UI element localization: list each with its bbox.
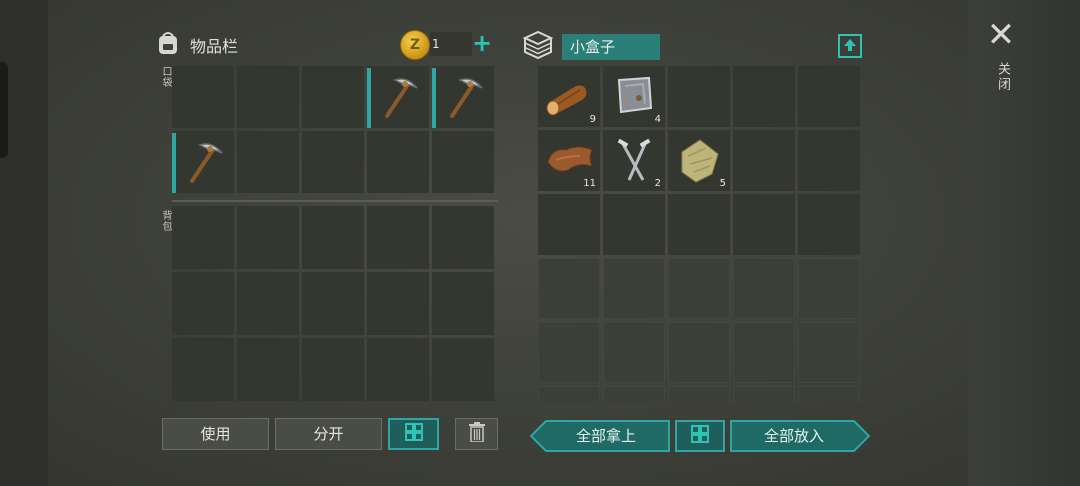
container-slot[interactable] [798, 66, 860, 127]
upload-button[interactable] [838, 34, 862, 58]
container-slot[interactable]: 4 [603, 66, 665, 127]
take-all-button[interactable]: 全部拿上 [546, 420, 666, 452]
backpack-slot[interactable] [172, 272, 234, 335]
container-slot[interactable] [733, 194, 795, 255]
gold-count: 1 [430, 32, 472, 56]
backpack-label: 背包 [160, 210, 171, 232]
backpack-slot[interactable] [367, 272, 429, 335]
pocket-slot[interactable] [432, 66, 494, 128]
trash-icon [468, 422, 485, 446]
grid-icon [404, 423, 423, 445]
locked-grid [538, 258, 860, 402]
close-icon: ✕ [986, 15, 1016, 55]
backpack-slot[interactable] [237, 338, 299, 401]
backpack-slot[interactable] [237, 206, 299, 269]
backpack-slot[interactable] [367, 206, 429, 269]
inventory-title: 物品栏 [190, 37, 239, 56]
pocket-slot[interactable] [367, 66, 429, 128]
upload-icon [843, 37, 857, 56]
gold-coin-icon: Z [400, 30, 430, 60]
split-button[interactable]: 分开 [275, 418, 382, 450]
grid-icon [691, 425, 709, 447]
durability-bar [172, 133, 176, 193]
backpack-slot[interactable] [432, 206, 494, 269]
locked-container-slot[interactable] [733, 322, 795, 383]
pocket-grid [172, 66, 494, 193]
backpack-slot[interactable] [432, 272, 494, 335]
backpack-slot[interactable] [172, 338, 234, 401]
add-gold-button[interactable]: + [470, 31, 494, 56]
container-slot[interactable] [538, 194, 600, 255]
close-label[interactable]: 关闭 [993, 62, 1012, 92]
item-quantity: 4 [654, 114, 661, 125]
locked-container-slot[interactable] [733, 386, 795, 402]
backpack-slot[interactable] [172, 206, 234, 269]
pocket-slot[interactable] [172, 131, 234, 193]
locked-container-slot[interactable] [538, 386, 600, 402]
container-slot[interactable]: 5 [668, 130, 730, 191]
locked-container-slot[interactable] [798, 258, 860, 319]
locked-container-slot[interactable] [538, 322, 600, 383]
item-quantity: 9 [589, 114, 596, 125]
container-slot[interactable] [668, 66, 730, 127]
item-quantity: 11 [583, 178, 596, 189]
locked-container-slot[interactable] [798, 322, 860, 383]
inventory-header: 物品栏 [156, 30, 238, 60]
backpack-slot[interactable] [237, 272, 299, 335]
container-slot[interactable] [668, 194, 730, 255]
pocket-slot[interactable] [302, 131, 364, 193]
pocket-label: 口袋 [160, 66, 171, 88]
pocket-slot[interactable] [237, 131, 299, 193]
right-edge [968, 0, 1080, 486]
locked-container-slot[interactable] [668, 386, 730, 402]
locked-container-slot[interactable] [603, 258, 665, 319]
container-slot[interactable]: 9 [538, 66, 600, 127]
container-header: 小盒子 [522, 30, 660, 64]
pocket-slot[interactable] [172, 66, 234, 128]
close-button[interactable]: ✕ [986, 18, 1016, 52]
item-quantity: 5 [719, 178, 726, 189]
container-slot[interactable] [733, 66, 795, 127]
backpack-slot[interactable] [302, 206, 364, 269]
locked-container-slot[interactable] [538, 258, 600, 319]
pocket-slot[interactable] [432, 131, 494, 193]
container-slot[interactable]: 11 [538, 130, 600, 191]
container-grid: 9 4 11 2 5 [538, 66, 860, 255]
container-slot[interactable] [603, 194, 665, 255]
container-slot[interactable]: 2 [603, 130, 665, 191]
locked-container-slot[interactable] [668, 322, 730, 383]
screen-notch [0, 62, 8, 158]
pocket-slot[interactable] [367, 131, 429, 193]
sort-button[interactable] [388, 418, 439, 450]
container-slot[interactable] [798, 130, 860, 191]
locked-container-slot[interactable] [668, 258, 730, 319]
backpack-slot[interactable] [367, 338, 429, 401]
container-sort-button[interactable] [675, 420, 725, 452]
backpack-slot[interactable] [302, 272, 364, 335]
locked-container-slot[interactable] [798, 386, 860, 402]
backpack-slot[interactable] [432, 338, 494, 401]
pocket-slot[interactable] [237, 66, 299, 128]
section-divider [172, 200, 498, 202]
trash-button[interactable] [455, 418, 498, 450]
backpack-icon [156, 30, 180, 60]
item-quantity: 2 [654, 178, 661, 189]
durability-bar [367, 68, 371, 128]
locked-container-slot[interactable] [603, 322, 665, 383]
pocket-slot[interactable] [302, 66, 364, 128]
container-slot[interactable] [798, 194, 860, 255]
container-slot[interactable] [733, 130, 795, 191]
durability-bar [432, 68, 436, 128]
backpack-grid [172, 206, 494, 401]
use-button[interactable]: 使用 [162, 418, 269, 450]
box-icon [522, 30, 554, 64]
backpack-slot[interactable] [302, 338, 364, 401]
put-all-button[interactable]: 全部放入 [732, 420, 856, 452]
container-name: 小盒子 [562, 34, 660, 60]
locked-container-slot[interactable] [603, 386, 665, 402]
locked-container-slot[interactable] [733, 258, 795, 319]
